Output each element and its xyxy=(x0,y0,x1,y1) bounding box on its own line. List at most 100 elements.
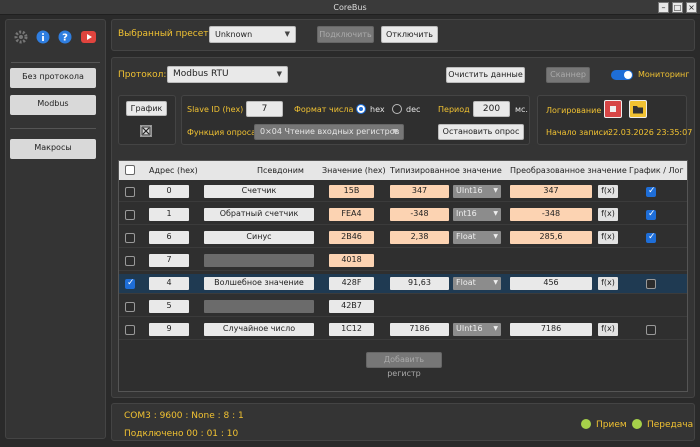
monitoring-toggle[interactable] xyxy=(611,70,633,80)
type-select[interactable]: Float ▼ xyxy=(453,231,501,244)
type-select[interactable]: UInt16 ▼ xyxy=(453,185,501,198)
minimize-button[interactable]: – xyxy=(658,2,669,13)
protocol-select[interactable]: Modbus RTU ▼ xyxy=(167,66,288,83)
title-bar: CoreBus – □ × xyxy=(0,0,700,15)
period-label: Период xyxy=(438,105,470,114)
rx-label: Прием xyxy=(596,420,627,430)
converted-value-field: 285,6 xyxy=(510,231,592,244)
graph-button[interactable]: График xyxy=(126,101,167,116)
table-row[interactable]: 9 Случайное число 1C12 7186 UInt16 ▼ 7186… xyxy=(119,320,687,340)
row-checkbox[interactable] xyxy=(125,278,135,289)
disconnect-button[interactable]: Отключить xyxy=(381,26,438,43)
address-field[interactable]: 7 xyxy=(149,254,189,267)
select-all-checkbox[interactable] xyxy=(125,165,135,175)
connect-button[interactable]: Подключить xyxy=(317,26,374,43)
protocol-label: Протокол: xyxy=(118,70,167,80)
formula-button[interactable]: f(x) xyxy=(598,277,618,290)
chevron-down-icon: ▼ xyxy=(493,187,498,194)
graph-clear-icon[interactable] xyxy=(140,125,152,137)
format-dec-radio[interactable] xyxy=(392,104,402,114)
youtube-icon[interactable] xyxy=(81,31,96,45)
graph-log-checkbox[interactable] xyxy=(646,209,656,220)
maximize-button[interactable]: □ xyxy=(672,2,683,13)
log-folder-button[interactable] xyxy=(629,100,647,118)
preset-label: Выбранный пресет: xyxy=(118,29,212,39)
table-header: Адрес (hex) Псевдоним Значение (hex) Тип… xyxy=(119,161,687,180)
window-title: CoreBus xyxy=(333,3,367,12)
alias-field[interactable]: Синус xyxy=(204,231,314,244)
hex-value-field: 2B46 xyxy=(329,231,374,244)
register-table: Адрес (hex) Псевдоним Значение (hex) Тип… xyxy=(118,160,688,392)
table-row[interactable]: 1 Обратный счетчик FEA4 -348 Int16 ▼ -348… xyxy=(119,205,687,225)
formula-button[interactable]: f(x) xyxy=(598,208,618,221)
address-field[interactable]: 9 xyxy=(149,323,189,336)
slave-id-input[interactable]: 7 xyxy=(246,101,283,117)
graph-log-checkbox[interactable] xyxy=(646,232,656,243)
header-converted-value: Преобразованное значение xyxy=(510,166,627,175)
address-field[interactable]: 0 xyxy=(149,185,189,198)
sidebar-item-no-protocol[interactable]: Без протокола xyxy=(10,68,96,88)
table-row[interactable]: 4 Волшебное значение 428F 91,63 Float ▼ 4… xyxy=(119,274,687,294)
sidebar-item-modbus[interactable]: Modbus xyxy=(10,95,96,115)
hex-value-field: 15B xyxy=(329,185,374,198)
address-field[interactable]: 1 xyxy=(149,208,189,221)
table-row[interactable]: 7 4018 xyxy=(119,251,687,271)
poll-function-select[interactable]: 0×04 Чтение входных регистров ▼ xyxy=(254,124,404,140)
address-field[interactable]: 6 xyxy=(149,231,189,244)
add-register-button[interactable]: Добавить регистр xyxy=(366,352,442,378)
type-select[interactable]: Int16 ▼ xyxy=(453,208,501,221)
table-row[interactable]: 6 Синус 2B46 2,38 Float ▼ 285,6 f(x) xyxy=(119,228,687,248)
formula-button[interactable]: f(x) xyxy=(598,323,618,336)
help-icon[interactable]: ? xyxy=(58,30,72,46)
tx-indicator xyxy=(632,419,642,429)
record-start-label: Начало записи: xyxy=(546,128,611,137)
logging-label: Логирование xyxy=(546,106,602,115)
typed-value-field: 91,63 xyxy=(390,277,449,290)
alias-field[interactable]: Обратный счетчик xyxy=(204,208,314,221)
svg-text:?: ? xyxy=(62,33,68,44)
port-settings-text: COM3 : 9600 : None : 8 : 1 xyxy=(124,411,244,421)
type-select[interactable]: Float ▼ xyxy=(453,277,501,290)
row-checkbox[interactable] xyxy=(125,302,135,312)
typed-value-field: -348 xyxy=(390,208,449,221)
address-field[interactable]: 5 xyxy=(149,300,189,313)
formula-button[interactable]: f(x) xyxy=(598,231,618,244)
chevron-down-icon: ▼ xyxy=(392,127,398,136)
row-checkbox[interactable] xyxy=(125,210,135,220)
type-select-value: Int16 xyxy=(456,209,477,218)
format-hex-radio[interactable] xyxy=(356,104,366,114)
gear-icon[interactable] xyxy=(14,30,28,46)
chevron-down-icon: ▼ xyxy=(493,210,498,217)
close-button[interactable]: × xyxy=(686,2,697,13)
period-input[interactable]: 200 xyxy=(473,101,510,117)
record-stop-button[interactable] xyxy=(604,100,622,118)
table-row[interactable]: 5 42B7 xyxy=(119,297,687,317)
alias-field[interactable]: Волшебное значение xyxy=(204,277,314,290)
address-field[interactable]: 4 xyxy=(149,277,189,290)
row-checkbox[interactable] xyxy=(125,233,135,243)
typed-value-field: 347 xyxy=(390,185,449,198)
type-select-value: UInt16 xyxy=(456,324,483,333)
scanner-button[interactable]: Сканнер xyxy=(546,67,590,83)
graph-log-checkbox[interactable] xyxy=(646,186,656,197)
sidebar-divider xyxy=(11,62,100,63)
row-checkbox[interactable] xyxy=(125,325,135,335)
typed-value-field: 7186 xyxy=(390,323,449,336)
hex-value-field: FEA4 xyxy=(329,208,374,221)
info-icon[interactable] xyxy=(36,30,50,46)
row-checkbox[interactable] xyxy=(125,187,135,197)
stop-poll-button[interactable]: Остановить опрос xyxy=(438,124,524,140)
graph-log-checkbox[interactable] xyxy=(646,279,656,289)
alias-field[interactable]: Случайное число xyxy=(204,323,314,336)
formula-button[interactable]: f(x) xyxy=(598,185,618,198)
graph-log-checkbox[interactable] xyxy=(646,325,656,335)
clear-data-button[interactable]: Очистить данные xyxy=(446,67,525,83)
alias-field[interactable]: Счетчик xyxy=(204,185,314,198)
sidebar-item-macros[interactable]: Макросы xyxy=(10,139,96,159)
format-hex-label: hex xyxy=(370,105,385,114)
preset-select[interactable]: Unknown ▼ xyxy=(209,26,296,43)
row-checkbox[interactable] xyxy=(125,256,135,266)
header-graph-log: График / Лог xyxy=(629,166,684,175)
type-select[interactable]: UInt16 ▼ xyxy=(453,323,501,336)
table-row[interactable]: 0 Счетчик 15B 347 UInt16 ▼ 347 f(x) xyxy=(119,182,687,202)
